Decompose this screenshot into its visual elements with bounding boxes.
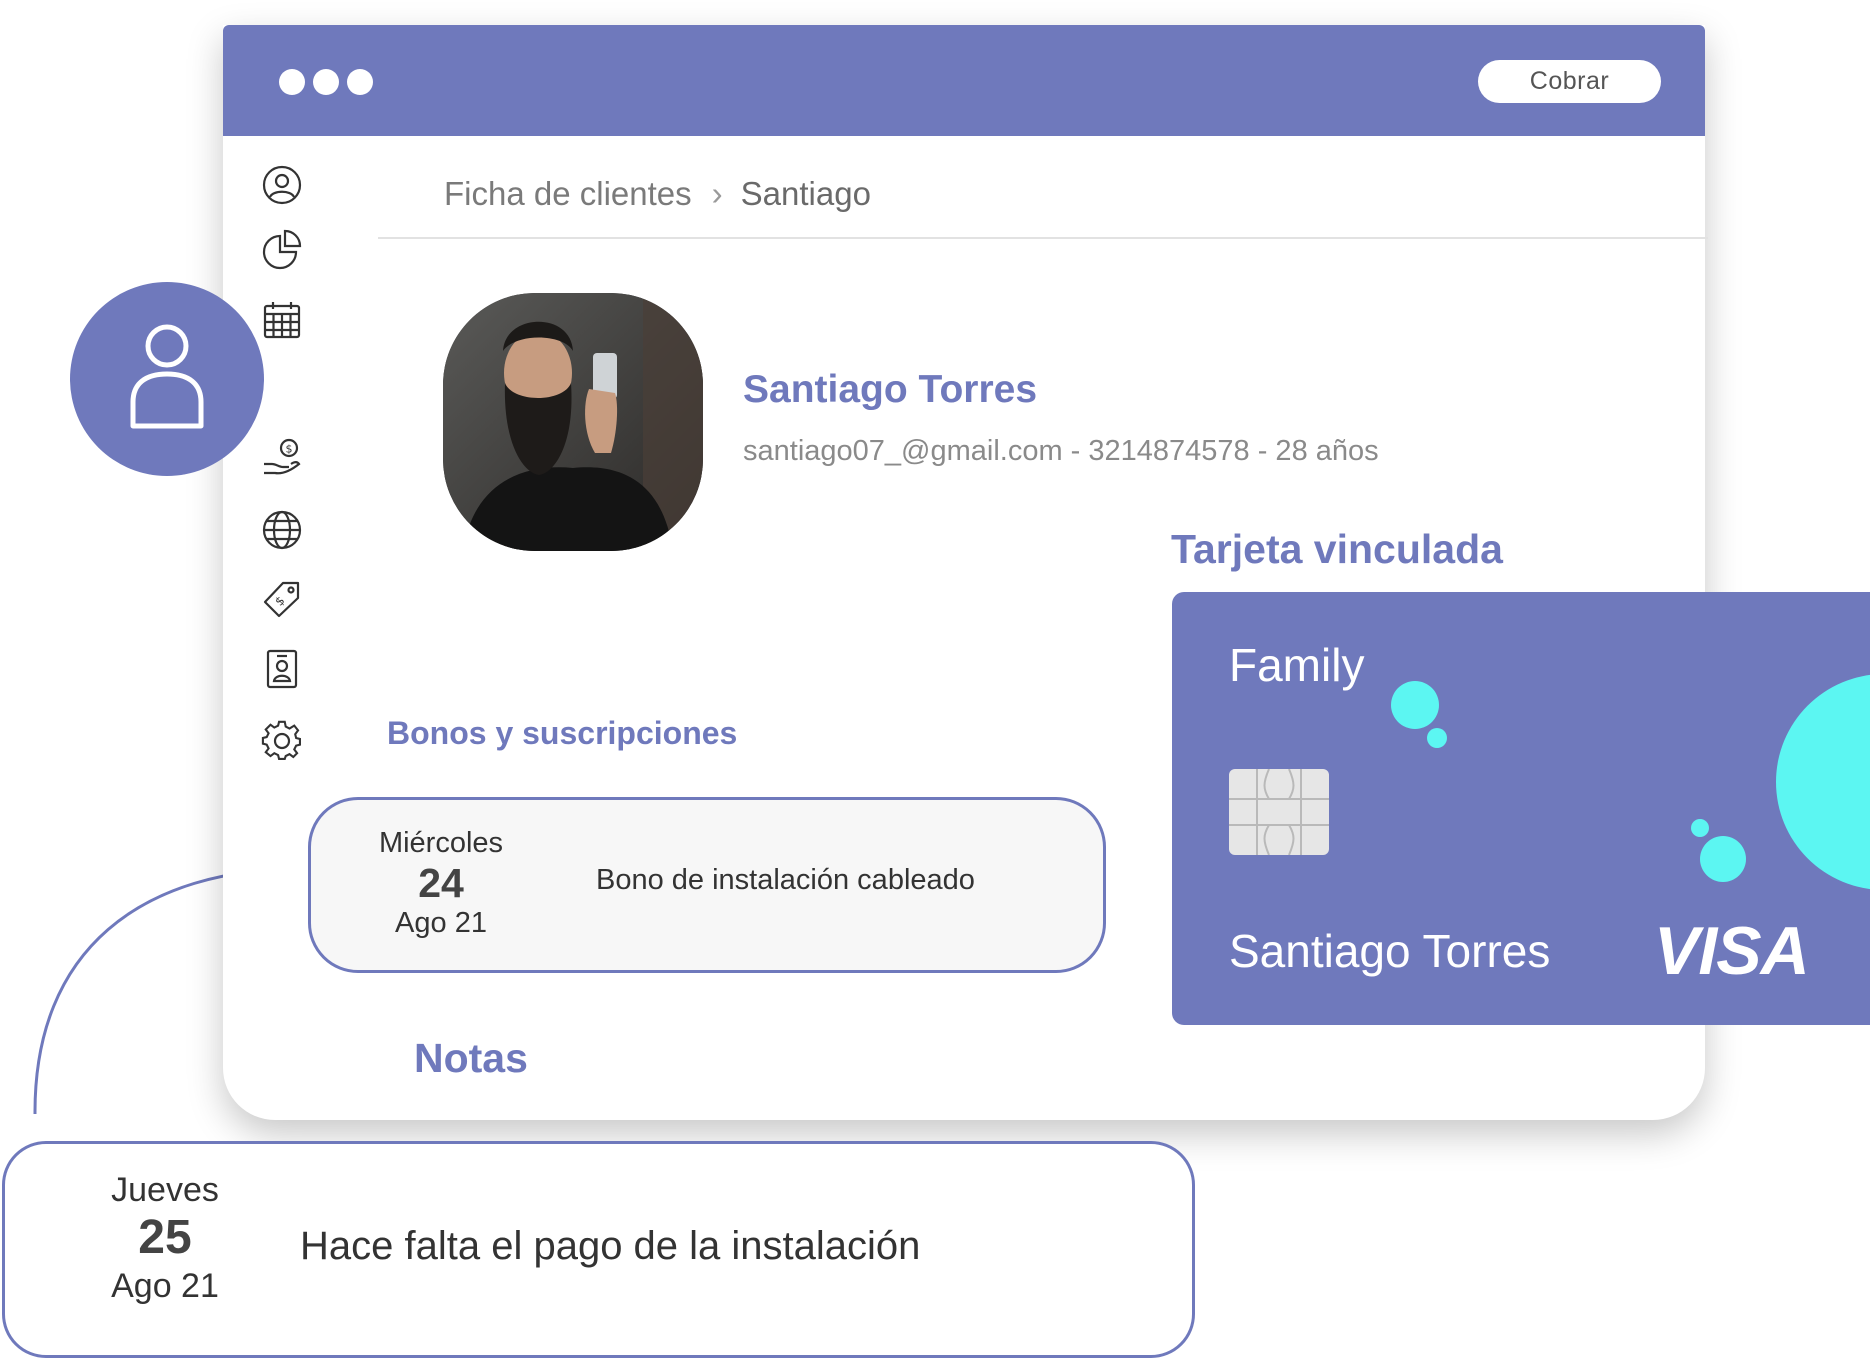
card-plan: Family — [1229, 639, 1365, 691]
svg-text:$: $ — [286, 443, 293, 456]
breadcrumb-current: Santiago — [740, 175, 871, 212]
section-title-tarjeta: Tarjeta vinculada — [1171, 526, 1503, 572]
visa-logo: VISA — [1654, 913, 1810, 989]
globe-icon[interactable] — [261, 509, 303, 551]
svg-text:$: $ — [272, 593, 287, 608]
note-weekday: Jueves — [111, 1171, 219, 1209]
breadcrumb-parent[interactable]: Ficha de clientes — [444, 175, 692, 212]
breadcrumb: Ficha de clientes › Santiago — [444, 175, 871, 213]
header-divider — [378, 237, 1708, 239]
window-dot — [279, 69, 305, 95]
section-title-bonos: Bonos y suscripciones — [387, 715, 738, 751]
bono-weekday: Miércoles — [378, 827, 504, 859]
avatar — [70, 282, 264, 476]
price-tag-icon[interactable]: $ — [261, 578, 303, 620]
title-bar: Cobrar — [223, 25, 1705, 136]
bono-description: Bono de instalación cableado — [596, 864, 975, 896]
client-photo — [443, 293, 703, 551]
client-name: Santiago Torres — [743, 368, 1038, 411]
cobrar-button[interactable]: Cobrar — [1478, 60, 1661, 103]
bono-day: 24 — [418, 860, 464, 906]
note-date: Jueves 25 Ago 21 — [75, 1170, 255, 1306]
window-dot — [347, 69, 373, 95]
note-month: Ago 21 — [111, 1267, 219, 1305]
chevron-right-icon: › — [711, 175, 723, 212]
card-holder: Santiago Torres — [1229, 925, 1551, 977]
pie-chart-icon[interactable] — [261, 228, 303, 270]
gear-icon[interactable] — [261, 719, 303, 761]
calendar-icon[interactable] — [261, 299, 303, 341]
bono-month: Ago 21 — [395, 907, 487, 939]
chip-icon — [1229, 769, 1329, 855]
note-text: Hace falta el pago de la instalación — [300, 1224, 921, 1268]
note-day: 25 — [138, 1211, 192, 1264]
window-dot — [313, 69, 339, 95]
bono-item[interactable]: Miércoles 24 Ago 21 Bono de instalación … — [308, 797, 1106, 973]
note-item[interactable]: Jueves 25 Ago 21 Hace falta el pago de l… — [2, 1141, 1195, 1358]
user-circle-icon[interactable] — [261, 164, 303, 206]
section-title-notas: Notas — [414, 1035, 528, 1081]
bono-date: Miércoles 24 Ago 21 — [361, 826, 521, 940]
user-icon — [130, 324, 204, 429]
id-badge-icon[interactable] — [261, 648, 303, 690]
hand-money-icon[interactable]: $ — [261, 437, 303, 479]
linked-card[interactable]: Family Santiago Torres VISA — [1172, 592, 1870, 1025]
client-info: santiago07_@gmail.com - 3214874578 - 28 … — [743, 435, 1379, 467]
